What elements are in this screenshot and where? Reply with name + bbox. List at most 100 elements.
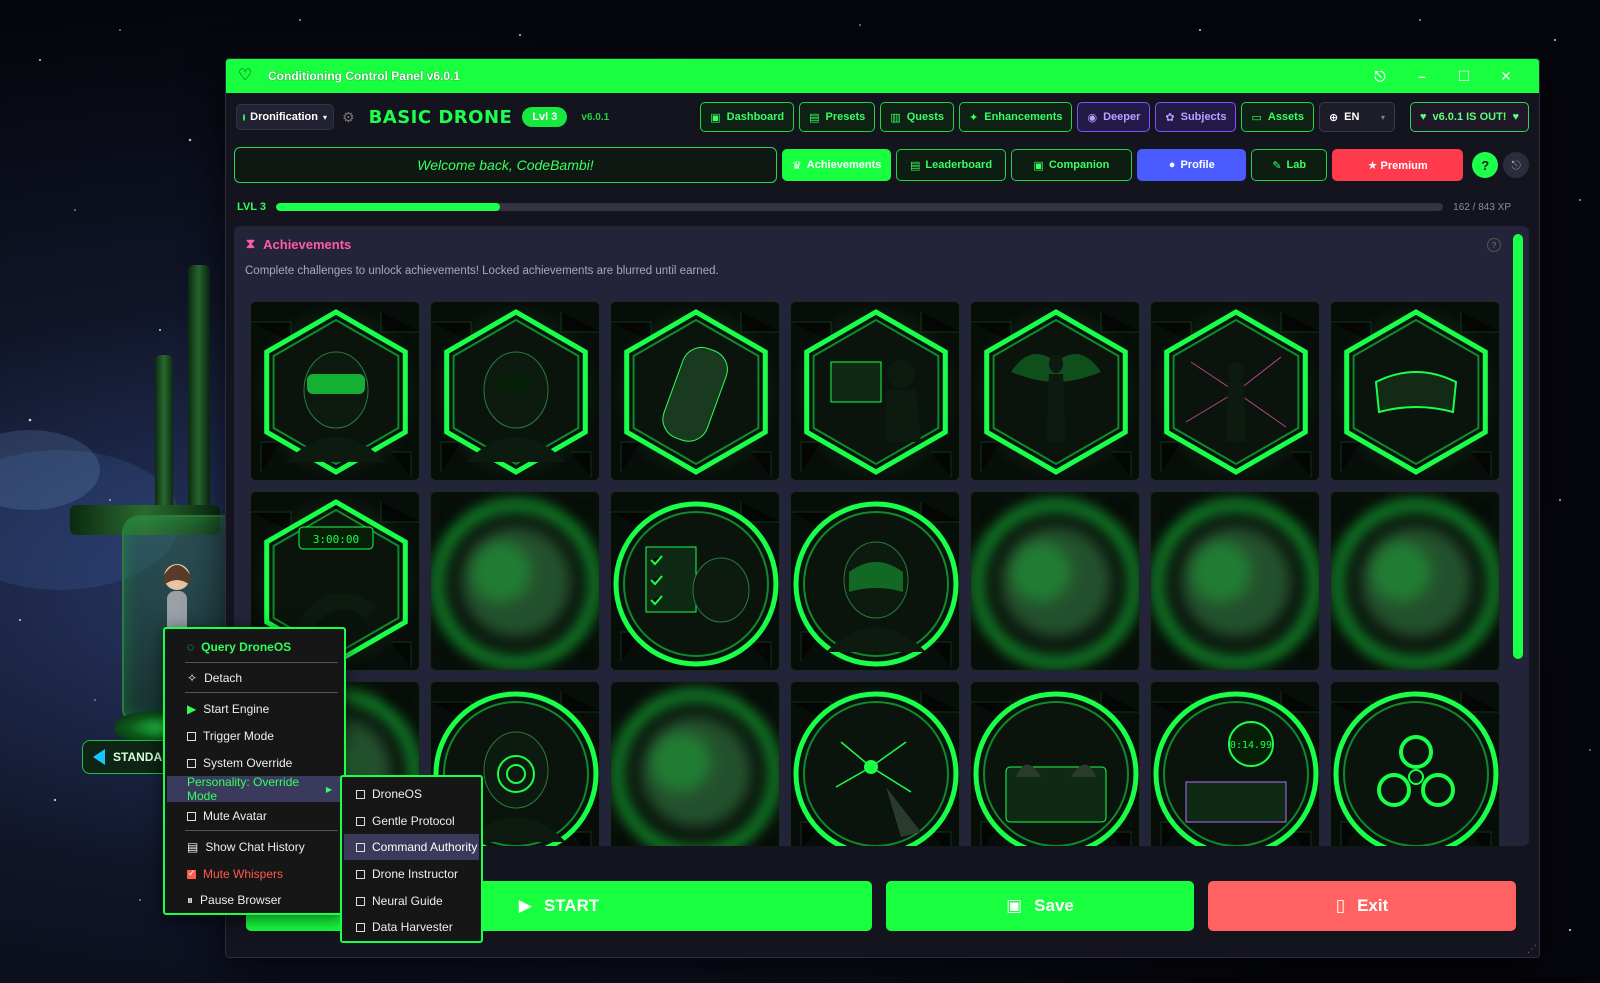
achievement-locked-tile[interactable]	[610, 681, 780, 846]
submenu-gentle-protocol[interactable]: Gentle Protocol	[344, 808, 479, 834]
achievement-tile[interactable]	[610, 301, 780, 481]
achievement-locked-tile[interactable]	[430, 491, 600, 671]
menu-query-droneos[interactable]: ◌ Query DroneOS	[167, 634, 342, 660]
menu-label: Mute Avatar	[203, 809, 267, 823]
exit-icon: ▯	[1335, 896, 1346, 915]
xp-level-label: LVL 3	[237, 201, 266, 213]
achievements-title: Achievements	[263, 236, 352, 252]
title-bar[interactable]: ♡ Conditioning Control Panel v6.0.1 ⎋ – …	[226, 59, 1539, 93]
language-value: EN	[1344, 111, 1360, 123]
exit-label: Exit	[1357, 896, 1389, 915]
nav-quests-button[interactable]: ▥ Quests	[880, 102, 955, 132]
xp-progress-fill	[275, 203, 501, 211]
chevron-down-icon: ▾	[322, 112, 327, 122]
minimize-button[interactable]: –	[1401, 68, 1443, 84]
heart-icon: ♥	[1512, 111, 1519, 123]
welcome-banner: Welcome back, CodeBambi!	[234, 147, 777, 183]
scrollbar[interactable]	[1513, 234, 1523, 840]
achievement-badge-icon	[1331, 302, 1499, 480]
nav-presets-button[interactable]: ▤ Presets	[799, 102, 876, 132]
menu-mute-avatar[interactable]: Mute Avatar	[167, 803, 342, 829]
secondary-nav: Welcome back, CodeBambi! ♛ Achievements ▤…	[234, 147, 1529, 183]
maximize-button[interactable]: ☐	[1443, 68, 1485, 85]
drone-title: BASIC DRONE	[368, 106, 513, 128]
achievement-tile[interactable]	[790, 491, 960, 671]
nav-label: Assets	[1267, 111, 1304, 123]
tab-label: Lab	[1286, 159, 1307, 171]
menu-divider	[185, 830, 338, 831]
panel-help-button[interactable]: ?	[1487, 238, 1501, 252]
submenu-command-authority[interactable]: Command Authority	[344, 834, 479, 860]
menu-mute-whispers[interactable]: Mute Whispers	[167, 861, 342, 887]
submenu-drone-instructor[interactable]: Drone Instructor	[344, 861, 479, 887]
achievement-tile[interactable]	[1150, 301, 1320, 481]
submenu-data-harvester[interactable]: Data Harvester	[344, 914, 479, 940]
tab-label: Companion	[1048, 159, 1110, 171]
link-button[interactable]: ⎋	[1503, 152, 1529, 178]
quests-icon: ▥	[890, 111, 901, 124]
submenu-droneos[interactable]: DroneOS	[344, 781, 479, 807]
user-icon: ●	[1168, 159, 1176, 171]
close-button[interactable]: ✕	[1485, 68, 1527, 85]
level-badge: Lvl 3	[522, 107, 568, 127]
start-label: START	[543, 896, 600, 915]
achievement-tile[interactable]	[790, 681, 960, 846]
nav-deeper-button[interactable]: ◉ Deeper	[1077, 102, 1151, 132]
achievement-locked-tile[interactable]	[970, 491, 1140, 671]
menu-start-engine[interactable]: ▶ Start Engine	[167, 696, 342, 722]
scrollbar-thumb[interactable]	[1513, 234, 1523, 659]
link-icon[interactable]: ⎋	[1359, 68, 1401, 85]
tab-lab[interactable]: ✎ Lab	[1251, 149, 1328, 181]
tab-profile[interactable]: ● Profile	[1137, 149, 1247, 181]
nav-label: Quests	[906, 111, 945, 123]
menu-detach[interactable]: ✧ Detach	[167, 665, 342, 691]
nav-subjects-button[interactable]: ✿ Subjects	[1155, 102, 1237, 132]
mode-dropdown[interactable]: Dronification ▾	[236, 104, 334, 130]
exit-button[interactable]: ▯ Exit	[1208, 881, 1516, 931]
achievement-tile[interactable]	[970, 301, 1140, 481]
achievement-tile[interactable]	[1330, 681, 1500, 846]
achievement-tile[interactable]	[430, 301, 600, 481]
submenu-label: Drone Instructor	[372, 867, 459, 881]
gear-icon[interactable]: ⚙	[342, 109, 355, 126]
achievement-tile[interactable]	[970, 681, 1140, 846]
resize-grip-icon[interactable]: ⋰	[1527, 944, 1537, 955]
menu-show-chat-history[interactable]: ▤ Show Chat History	[167, 834, 342, 860]
achievement-tile[interactable]	[790, 301, 960, 481]
submenu-neural-guide[interactable]: Neural Guide	[344, 888, 479, 914]
xp-text: 162 / 843 XP	[1453, 201, 1511, 213]
achievement-badge-icon	[611, 302, 779, 480]
nav-label: Dashboard	[726, 111, 785, 123]
nav-enhancements-button[interactable]: ✦ Enhancements	[959, 102, 1073, 132]
update-button[interactable]: ♥ v6.0.1 IS OUT! ♥	[1409, 102, 1529, 132]
save-button[interactable]: ▣ Save	[886, 881, 1194, 931]
checkbox-icon	[356, 816, 365, 826]
language-dropdown[interactable]: ⊕ EN ▾	[1318, 102, 1395, 132]
nav-assets-button[interactable]: ▭ Assets	[1241, 102, 1314, 132]
menu-personality-override[interactable]: Personality: Override Mode ▶	[167, 775, 342, 803]
menu-label: Query DroneOS	[201, 640, 292, 654]
subjects-icon: ✿	[1165, 111, 1175, 124]
tab-leaderboard[interactable]: ▤ Leaderboard	[896, 149, 1006, 181]
checkbox-icon	[356, 842, 365, 852]
achievement-tile[interactable]	[250, 301, 420, 481]
achievement-tile[interactable]: 0:14.99	[1150, 681, 1320, 846]
menu-pause-browser[interactable]: ⏸ Pause Browser	[167, 887, 342, 913]
achievement-tile[interactable]	[1330, 301, 1500, 481]
folder-icon: ▭	[1251, 111, 1262, 124]
nav-dashboard-button[interactable]: ▣ Dashboard	[700, 102, 795, 132]
menu-label: Trigger Mode	[203, 729, 274, 743]
tab-achievements[interactable]: ♛ Achievements	[781, 149, 892, 181]
achievement-locked-tile[interactable]	[1150, 491, 1320, 671]
achievement-badge-icon	[611, 492, 779, 670]
checkbox-icon	[187, 731, 196, 741]
menu-trigger-mode[interactable]: Trigger Mode	[167, 723, 342, 749]
achievement-locked-tile[interactable]	[1330, 491, 1500, 671]
heart-icon: ♥	[1419, 111, 1427, 123]
tab-companion[interactable]: ▣ Companion	[1010, 149, 1133, 181]
achievement-tile[interactable]	[610, 491, 780, 671]
help-button[interactable]: ?	[1472, 152, 1499, 178]
menu-system-override[interactable]: System Override	[167, 750, 342, 776]
tab-premium[interactable]: ★ Premium	[1332, 149, 1464, 181]
trophy-icon: ♛	[791, 159, 802, 172]
